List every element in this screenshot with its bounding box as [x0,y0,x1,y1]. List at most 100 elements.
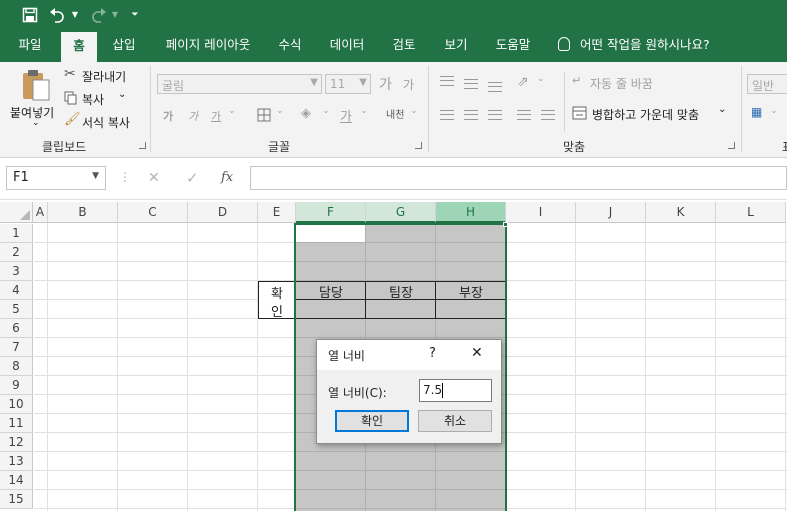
column-header-l[interactable]: L [716,202,786,223]
redo-icon [87,4,109,26]
alignment-launcher-icon[interactable] [728,142,735,149]
decrease-font-button[interactable]: 가 [403,76,414,93]
fill-color-dropdown-icon[interactable]: ⌄ [322,106,330,116]
font-launcher-icon[interactable] [415,142,422,149]
quick-access-toolbar: ▼ ▼ ⏷ [0,0,787,30]
tab-review[interactable]: 검토 [384,30,424,62]
column-header-j[interactable]: J [576,202,646,223]
help-icon[interactable]: ? [429,346,436,361]
italic-button[interactable]: 가 [188,108,198,124]
undo-dropdown-icon[interactable]: ▼ [70,4,80,26]
paste-button[interactable]: 붙여넣기 ⌄ [8,66,60,128]
column-header-k[interactable]: K [646,202,716,223]
phonetic-button[interactable]: 내천 [386,106,404,121]
row-header-8[interactable]: 8 [0,357,33,376]
column-header-i[interactable]: I [506,202,576,223]
cancel-button[interactable]: 취소 [418,410,492,432]
align-left-icon[interactable] [440,110,454,120]
tab-view[interactable]: 보기 [436,30,476,62]
column-header-e[interactable]: E [258,202,296,223]
number-format-combo[interactable]: 일반 [747,74,787,94]
accounting-format-dropdown-icon[interactable]: ⌄ [770,106,778,116]
fill-color-icon[interactable]: ◈ [301,106,311,121]
customize-icon[interactable]: ⏷ [128,4,142,26]
lightbulb-icon [558,37,570,51]
font-size-combo[interactable]: 11 ▼ [325,74,371,94]
row-header-2[interactable]: 2 [0,243,33,262]
fill-handle[interactable] [503,222,508,227]
row-header-5[interactable]: 5 [0,300,33,319]
decrease-indent-icon[interactable] [517,110,531,120]
wrap-text-button[interactable]: ↵ 자동 줄 바꿈 [572,72,672,92]
row-header-9[interactable]: 9 [0,376,33,395]
column-header-c[interactable]: C [118,202,188,223]
formula-input[interactable] [250,166,787,190]
copy-button[interactable]: 복사 ⌄ [64,89,144,109]
tab-home[interactable]: 홈 [61,32,97,62]
column-header-f[interactable]: F [296,202,366,223]
orientation-dropdown-icon[interactable]: ⌄ [537,74,545,84]
phonetic-dropdown-icon[interactable]: ⌄ [410,106,418,116]
font-color-dropdown-icon[interactable]: ⌄ [360,106,368,116]
row-header-3[interactable]: 3 [0,262,33,281]
tell-me-search[interactable]: 어떤 작업을 원하시나요? [580,30,730,62]
dialog-titlebar[interactable]: 열 너비 ? ✕ [317,340,501,370]
name-box-dropdown-icon[interactable]: ▼ [92,171,99,181]
align-middle-icon[interactable] [464,79,478,89]
row-header-13[interactable]: 13 [0,452,33,471]
tab-help[interactable]: 도움말 [488,30,538,62]
tab-data[interactable]: 데이터 [322,30,372,62]
close-icon[interactable]: ✕ [471,345,483,361]
approval-confirm-cell[interactable]: 확 인 [258,281,296,320]
align-center-icon[interactable] [464,110,478,120]
row-header-14[interactable]: 14 [0,471,33,490]
borders-icon[interactable] [257,108,271,122]
underline-dropdown-icon[interactable]: ⌄ [228,106,236,116]
underline-button[interactable]: 가 [211,108,221,124]
column-header-d[interactable]: D [188,202,258,223]
merge-center-button[interactable]: 병합하고 가운데 맞춤 ⌄ [572,104,732,124]
row-header-4[interactable]: 4 [0,281,33,300]
increase-font-button[interactable]: 가 [379,74,392,94]
cut-button[interactable]: ✂ 잘라내기 [64,66,144,86]
row-header-6[interactable]: 6 [0,319,33,338]
undo-icon[interactable] [47,4,69,26]
format-painter-button[interactable]: 🖌 서식 복사 [64,112,144,132]
column-header-h[interactable]: H [436,202,506,223]
increase-indent-icon[interactable] [541,110,555,120]
row-header-12[interactable]: 12 [0,433,33,452]
formula-bar-grip-icon: ⋮ [119,170,131,184]
scissors-icon: ✂ [64,66,76,82]
borders-dropdown-icon[interactable]: ⌄ [276,106,284,116]
bold-button[interactable]: 가 [163,108,173,124]
column-width-input[interactable]: 7.5 [419,379,492,402]
align-bottom-icon[interactable] [488,82,502,92]
clipboard-group-label: 클립보드 [42,140,87,154]
insert-function-icon[interactable]: fx [221,170,233,185]
save-icon[interactable] [20,4,40,26]
cut-label: 잘라내기 [82,70,127,84]
accounting-format-icon[interactable]: ▦ [751,105,762,119]
ok-button[interactable]: 확인 [335,410,409,432]
column-header-a[interactable]: A [33,202,48,223]
row-header-10[interactable]: 10 [0,395,33,414]
column-header-b[interactable]: B [48,202,118,223]
tab-page-layout[interactable]: 페이지 레이아웃 [156,30,260,62]
font-name-combo[interactable]: 굴림 ▼ [157,74,322,94]
row-header-15[interactable]: 15 [0,490,33,509]
align-top-icon[interactable] [440,76,454,86]
row-header-11[interactable]: 11 [0,414,33,433]
tab-file[interactable]: 파일 [8,30,52,62]
font-color-button[interactable]: 가 [340,106,352,125]
clipboard-launcher-icon[interactable] [139,142,146,149]
tab-formulas[interactable]: 수식 [270,30,310,62]
alignment-group-label: 맞춤 [563,140,586,154]
row-header-1[interactable]: 1 [0,224,33,243]
align-right-icon[interactable] [488,110,502,120]
orientation-icon[interactable]: ⇗ [517,74,529,90]
tab-insert[interactable]: 삽입 [104,30,144,62]
column-header-g[interactable]: G [366,202,436,223]
select-all-corner[interactable] [0,202,33,223]
name-box[interactable]: F1 ▼ [6,166,106,190]
row-header-7[interactable]: 7 [0,338,33,357]
